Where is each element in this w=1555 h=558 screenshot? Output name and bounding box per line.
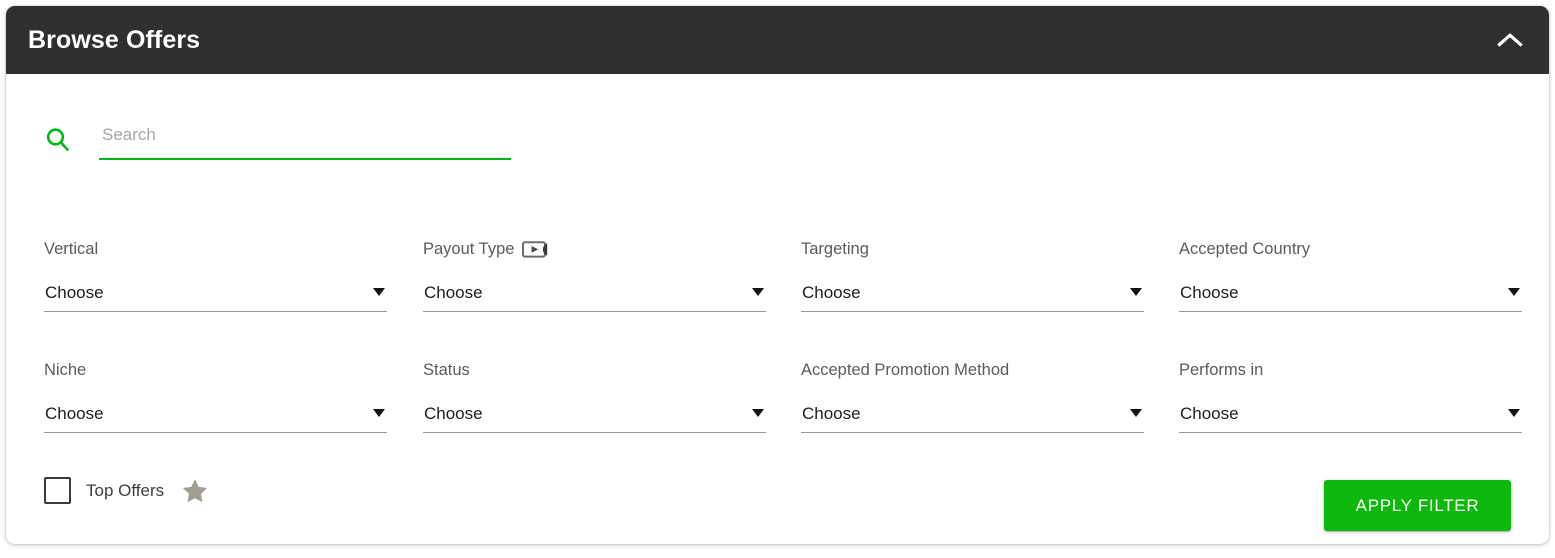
filter-targeting: Targeting Choose — [801, 240, 1144, 361]
select-performs-in[interactable]: Choose — [1179, 394, 1522, 433]
chevron-up-icon — [1497, 32, 1523, 48]
select-niche[interactable]: Choose — [44, 394, 387, 433]
collapse-panel-button[interactable] — [1493, 23, 1527, 57]
filter-status: Status Choose — [423, 361, 766, 482]
page-title: Browse Offers — [28, 25, 201, 54]
select-targeting[interactable]: Choose — [801, 273, 1144, 312]
search-icon — [44, 126, 72, 154]
filter-performs-in: Performs in Choose — [1179, 361, 1522, 482]
filter-label-accepted-promotion-method: Accepted Promotion Method — [801, 361, 1144, 379]
filter-vertical: Vertical Choose — [44, 240, 387, 361]
filter-payout-type: Payout Type Choose — [423, 240, 766, 361]
chevron-down-icon — [373, 288, 385, 296]
search-field — [99, 116, 511, 160]
search-input[interactable] — [99, 116, 511, 158]
filter-label-targeting: Targeting — [801, 240, 1144, 258]
search-row — [44, 116, 514, 160]
filter-niche: Niche Choose — [44, 361, 387, 482]
select-payout-type[interactable]: Choose — [423, 273, 766, 312]
chevron-down-icon — [752, 409, 764, 417]
select-value: Choose — [1180, 403, 1239, 423]
browse-offers-screen: Browse Offers Search Vertical Choose Pay… — [0, 0, 1555, 558]
filter-label-status: Status — [423, 361, 766, 379]
card-header: Browse Offers — [6, 6, 1549, 74]
filter-label-niche: Niche — [44, 361, 387, 379]
filter-label-vertical: Vertical — [44, 240, 387, 258]
apply-filter-button[interactable]: APPLY FILTER — [1324, 480, 1511, 531]
select-value: Choose — [45, 282, 104, 302]
filter-label-text: Vertical — [44, 239, 99, 258]
filter-label-accepted-country: Accepted Country — [1179, 240, 1522, 258]
select-accepted-country[interactable]: Choose — [1179, 273, 1522, 312]
top-offers-checkbox[interactable] — [44, 476, 71, 504]
select-accepted-promotion-method[interactable]: Choose — [801, 394, 1144, 433]
select-value: Choose — [1180, 282, 1239, 302]
chevron-down-icon — [1130, 409, 1142, 417]
chevron-down-icon — [1508, 288, 1520, 296]
filter-label-text: Performs in — [1179, 360, 1264, 379]
card-body: Vertical Choose Payout Type — [6, 74, 1549, 544]
chevron-down-icon — [1508, 409, 1520, 417]
select-value: Choose — [424, 282, 483, 302]
select-value: Choose — [802, 282, 861, 302]
select-value: Choose — [424, 403, 483, 423]
filter-label-performs-in: Performs in — [1179, 361, 1522, 379]
top-offers-label: Top Offers — [86, 480, 165, 500]
select-vertical[interactable]: Choose — [44, 273, 387, 312]
chevron-down-icon — [752, 288, 764, 296]
star-icon — [182, 478, 208, 503]
filter-label-text: Niche — [44, 360, 87, 379]
filter-grid: Vertical Choose Payout Type Choose Targe… — [44, 240, 1522, 482]
browse-offers-card: Browse Offers Search Vertical Choose Pay… — [6, 6, 1549, 544]
top-offers-row: Top Offers — [44, 472, 208, 508]
select-status[interactable]: Choose — [423, 394, 766, 433]
filter-accepted-promotion-method: Accepted Promotion Method Choose — [801, 361, 1144, 482]
filter-accepted-country: Accepted Country Choose — [1179, 240, 1522, 361]
chevron-down-icon — [1130, 288, 1142, 296]
select-value: Choose — [45, 403, 104, 423]
filter-label-text: Status — [423, 360, 470, 379]
filter-label-text: Payout Type — [423, 239, 515, 258]
select-value: Choose — [802, 403, 861, 423]
filter-label-text: Targeting — [801, 239, 869, 258]
filter-label-payout-type: Payout Type — [423, 240, 766, 258]
filter-label-text: Accepted Country — [1179, 239, 1311, 258]
filter-label-text: Accepted Promotion Method — [801, 360, 1010, 379]
chevron-down-icon — [373, 409, 385, 417]
video-tutorial-icon[interactable] — [522, 240, 552, 258]
